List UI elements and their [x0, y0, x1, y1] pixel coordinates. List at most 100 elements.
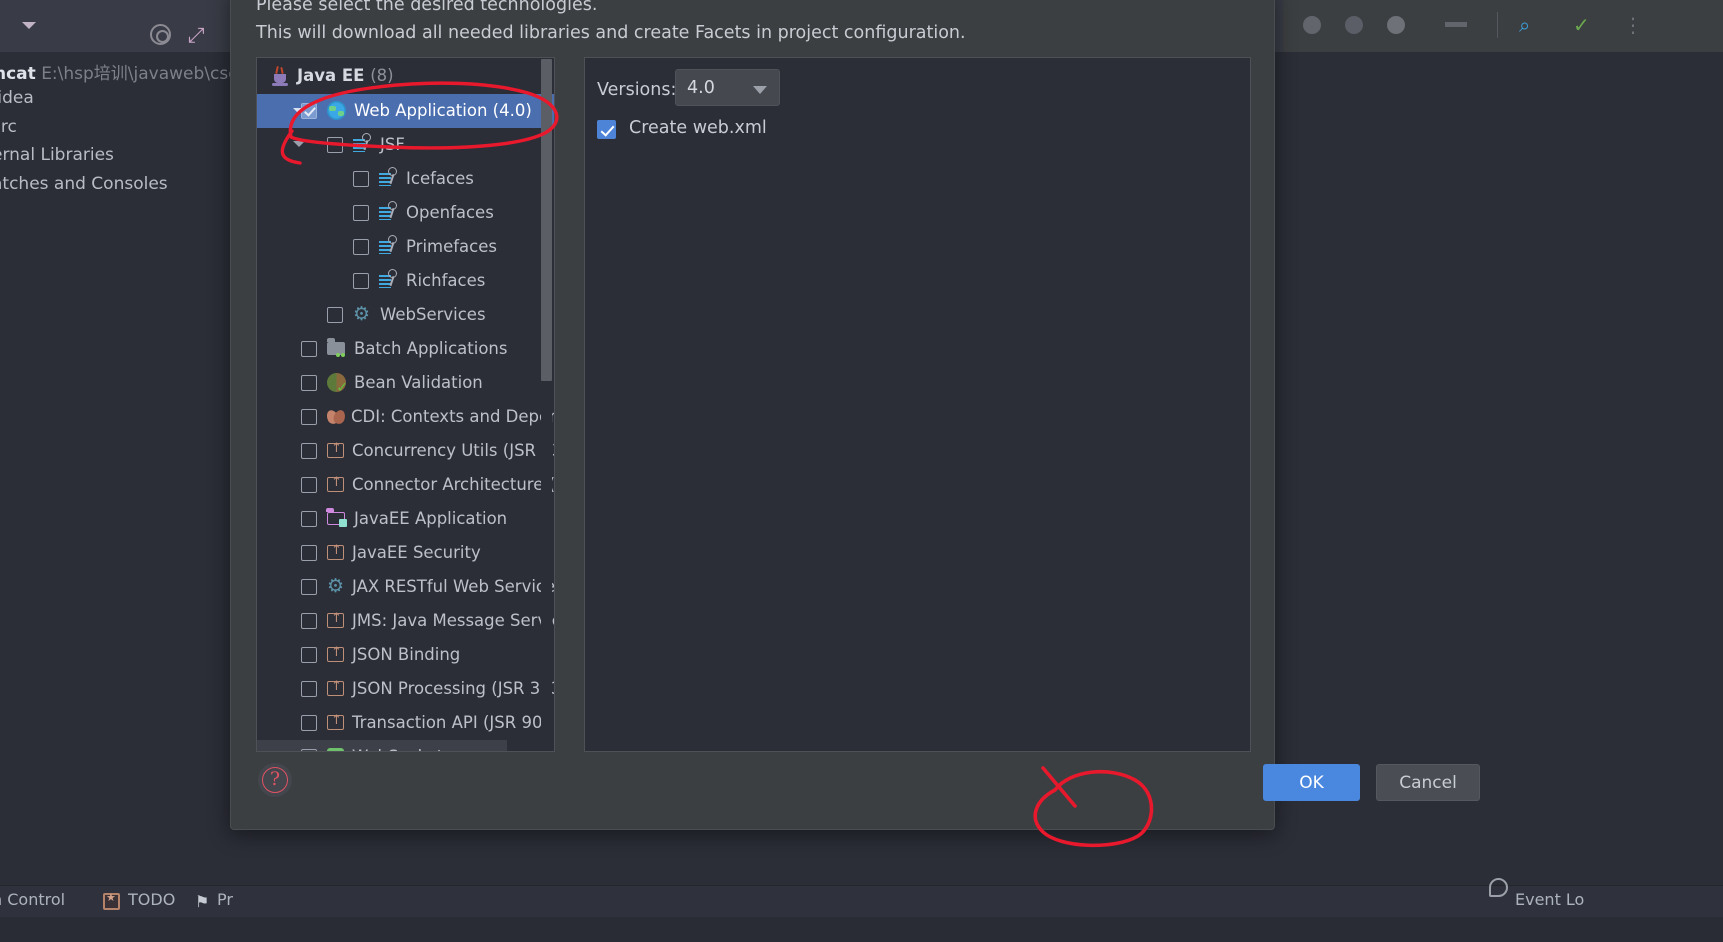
- jsr-box-icon: [327, 441, 344, 458]
- status-item-version-control[interactable]: n Control: [0, 890, 65, 909]
- ide-status-bar: n Control TODO ⚑ Pr Event Lo: [0, 885, 1723, 917]
- tree-label-cdi: CDI: Contexts and Depende: [351, 407, 554, 426]
- chevron-down-icon[interactable]: [753, 86, 767, 94]
- chevron-down-icon[interactable]: [22, 22, 36, 29]
- dialog-body: Java EE (8) Web Application (4.0) JSF Ic…: [256, 57, 1251, 752]
- status-item-event-log[interactable]: Event Lo: [1515, 890, 1584, 909]
- expand-arrows-icon[interactable]: ⤢: [188, 23, 212, 47]
- tree-row-icefaces[interactable]: Icefaces: [257, 162, 554, 196]
- help-button[interactable]: [258, 763, 292, 797]
- tree-row-websocket[interactable]: WebSocket: [257, 740, 507, 751]
- versions-selected-value: 4.0: [687, 78, 715, 98]
- tree-row-javaee-application[interactable]: JavaEE Application: [257, 502, 554, 536]
- status-item-todo[interactable]: TODO: [128, 890, 175, 909]
- gear-icon: ⚙: [327, 575, 345, 597]
- check-icon[interactable]: ✓: [1573, 14, 1590, 36]
- checkbox-javaee-security[interactable]: [301, 545, 317, 561]
- more-icon[interactable]: ⋮: [1623, 14, 1643, 36]
- cancel-button[interactable]: Cancel: [1376, 764, 1480, 801]
- tree-row-webservices[interactable]: ⚙ WebServices: [257, 298, 554, 332]
- checkbox-create-webxml[interactable]: [597, 120, 616, 139]
- java-duke-icon: [271, 65, 290, 87]
- jsr-box-icon: [327, 475, 344, 492]
- dialog-description-line2: This will download all needed libraries …: [256, 23, 966, 43]
- tree-row-jms[interactable]: JMS: Java Message Service: [257, 604, 554, 638]
- tree-row[interactable]: ncat E:\hsp培训\javaweb\csdn\t: [0, 59, 262, 84]
- jsf-icon: [379, 235, 398, 256]
- jsr-box-icon: [327, 713, 344, 730]
- tree-row-transaction-api[interactable]: Transaction API (JSR 907): [257, 706, 554, 740]
- tree-row-connector-architecture[interactable]: Connector Architecture (JSR: [257, 468, 554, 502]
- tree-row-web-application[interactable]: Web Application (4.0): [257, 94, 554, 128]
- checkbox-batch-applications[interactable]: [301, 341, 317, 357]
- tree-row-richfaces[interactable]: Richfaces: [257, 264, 554, 298]
- tree-row[interactable]: atches and Consoles: [0, 174, 168, 194]
- checkbox-jax-restful[interactable]: [301, 579, 317, 595]
- tree-label-json-processing: JSON Processing (JSR 353): [352, 679, 555, 698]
- minimize-icon[interactable]: [1445, 22, 1467, 27]
- tree-label-javaee-security: JavaEE Security: [352, 543, 481, 562]
- checkbox-cdi[interactable]: [301, 409, 317, 425]
- list-scrollbar-thumb[interactable]: [541, 59, 552, 381]
- tree-row-batch-applications[interactable]: Batch Applications: [257, 332, 554, 366]
- tree-row-cdi[interactable]: CDI: Contexts and Depende: [257, 400, 554, 434]
- checkbox-javaee-application[interactable]: [301, 511, 317, 527]
- checkbox-richfaces[interactable]: [353, 273, 369, 289]
- list-scrollbar-track[interactable]: [541, 59, 552, 751]
- checkbox-webservices[interactable]: [327, 307, 343, 323]
- toolbar-circle-icon-1[interactable]: [1303, 16, 1321, 34]
- search-icon[interactable]: ⌕: [1519, 14, 1530, 36]
- tree-row-concurrency-utils[interactable]: Concurrency Utils (JSR 236): [257, 434, 554, 468]
- tree-label-connector-architecture: Connector Architecture (JSR: [352, 475, 554, 494]
- ok-button[interactable]: OK: [1263, 764, 1360, 801]
- toolbar-circle-icon-2[interactable]: [1345, 16, 1363, 34]
- checkbox-connector-architecture[interactable]: [301, 477, 317, 493]
- checkbox-openfaces[interactable]: [353, 205, 369, 221]
- jsf-icon: [379, 269, 398, 290]
- checkbox-web-application[interactable]: [301, 103, 317, 119]
- jsr-box-icon: [327, 679, 344, 696]
- checkbox-primefaces[interactable]: [353, 239, 369, 255]
- coffee-beans-icon: [324, 407, 348, 426]
- tree-label-webservices: WebServices: [380, 305, 486, 324]
- alarm-icon: ⚑: [195, 892, 210, 911]
- plug-green-icon: [327, 748, 344, 751]
- tree-row[interactable]: src: [0, 117, 17, 137]
- checkbox-jms[interactable]: [301, 613, 317, 629]
- status-item-problems[interactable]: Pr: [217, 890, 233, 909]
- checkbox-concurrency-utils[interactable]: [301, 443, 317, 459]
- checkbox-websocket[interactable]: [301, 749, 317, 751]
- checkbox-icefaces[interactable]: [353, 171, 369, 187]
- tree-row[interactable]: ernal Libraries: [0, 145, 114, 165]
- jsr-box-icon: [327, 611, 344, 628]
- tree-label-websocket: WebSocket: [352, 747, 443, 751]
- checkbox-transaction-api[interactable]: [301, 715, 317, 731]
- tree-label-jms: JMS: Java Message Service: [352, 611, 555, 630]
- tree-row-jsf[interactable]: JSF: [257, 128, 554, 162]
- tree-row-primefaces[interactable]: Primefaces: [257, 230, 554, 264]
- globe-icon: [327, 101, 346, 120]
- tree-row-json-binding[interactable]: JSON Binding: [257, 638, 554, 672]
- target-icon[interactable]: [150, 24, 171, 45]
- jsr-box-icon: [327, 645, 344, 662]
- tree-row[interactable]: .idea: [0, 88, 34, 108]
- window-controls-bar: ⌕ ✓ ⋮: [1283, 0, 1723, 52]
- dialog-description-line1: Please select the desired technologies.: [256, 0, 598, 15]
- chevron-down-icon[interactable]: [293, 141, 305, 147]
- technology-detail-panel: Versions: 4.0 Create web.xml: [584, 57, 1251, 752]
- technologies-list[interactable]: Java EE (8) Web Application (4.0) JSF Ic…: [256, 57, 555, 752]
- create-webxml-label: Create web.xml: [629, 118, 767, 138]
- tree-row-jax-restful[interactable]: ⚙ JAX RESTful Web Services: [257, 570, 554, 604]
- tree-row-javaee-security[interactable]: JavaEE Security: [257, 536, 554, 570]
- versions-dropdown[interactable]: 4.0: [675, 69, 780, 106]
- tree-row-bean-validation[interactable]: Bean Validation: [257, 366, 554, 400]
- jsf-icon: [379, 201, 398, 222]
- checkbox-bean-validation[interactable]: [301, 375, 317, 391]
- tree-row-java-ee[interactable]: Java EE (8): [257, 60, 554, 94]
- checkbox-json-processing[interactable]: [301, 681, 317, 697]
- checkbox-json-binding[interactable]: [301, 647, 317, 663]
- tree-row-json-processing[interactable]: JSON Processing (JSR 353): [257, 672, 554, 706]
- toolbar-circle-icon-3[interactable]: [1387, 16, 1405, 34]
- tree-row-openfaces[interactable]: Openfaces: [257, 196, 554, 230]
- checkbox-jsf[interactable]: [327, 137, 343, 153]
